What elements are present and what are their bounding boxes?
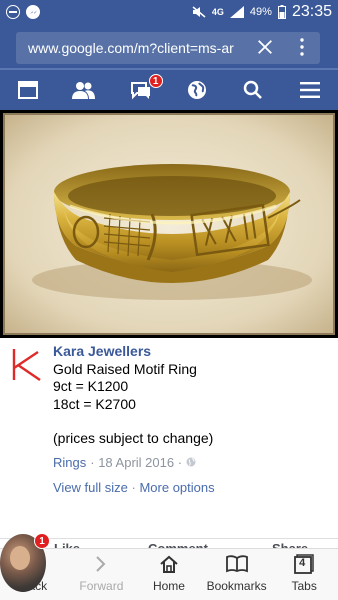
forward-label: Forward [79, 579, 124, 593]
battery-percent: 49% [249, 6, 272, 18]
browser-bottom-toolbar: Back Forward Home Bookmarks 4 Tabs [0, 548, 338, 600]
photo-links: View full size · More options [53, 479, 330, 497]
nav-news-feed[interactable] [0, 70, 56, 110]
public-globe-icon [186, 457, 196, 467]
price-18ct: 18ct = K2700 [53, 395, 136, 412]
browser-toolbar: www.google.com/m?client=ms-ar [0, 24, 338, 68]
network-type: 4G [211, 7, 224, 17]
hamburger-menu-icon [299, 82, 320, 98]
tabs-button[interactable]: 4 Tabs [270, 549, 338, 600]
globe-icon [188, 81, 207, 99]
nav-notifications[interactable] [169, 70, 225, 110]
post-content: Kara Jewellers Gold Raised Motif Ring 9c… [0, 338, 338, 538]
news-feed-icon [18, 81, 39, 99]
post-title: Gold Raised Motif Ring [53, 360, 197, 377]
price-9ct: 9ct = K1200 [53, 378, 129, 394]
signal-icon [229, 6, 244, 18]
friends-icon [72, 82, 96, 99]
chevron-right-icon [96, 556, 106, 572]
bookmarks-button[interactable]: Bookmarks [203, 549, 271, 600]
more-options-link[interactable]: More options [139, 480, 214, 495]
price-disclaimer: (prices subject to change) [53, 430, 214, 446]
nav-friend-requests[interactable] [56, 70, 112, 110]
messenger-notification-icon [26, 5, 40, 19]
post-date: · 18 April 2016 · [90, 454, 183, 470]
kara-jewellers-logo-icon[interactable] [8, 346, 42, 384]
url-text[interactable]: www.google.com/m?client=ms-ar [28, 40, 240, 56]
chat-head-badge: 1 [34, 533, 50, 549]
facebook-nav-bar: 1 [0, 68, 338, 110]
mute-icon [192, 6, 206, 18]
search-icon [244, 80, 263, 99]
post-photo[interactable] [0, 110, 338, 338]
tabs-count: 4 [299, 557, 306, 569]
post-meta: Rings · 18 April 2016 · [53, 454, 330, 472]
gold-ring-image [3, 113, 335, 335]
bookmarks-icon [225, 555, 248, 573]
bookmarks-label: Bookmarks [206, 579, 267, 593]
nav-menu[interactable] [282, 70, 338, 110]
close-icon[interactable] [256, 38, 274, 56]
home-button[interactable]: Home [135, 549, 203, 600]
view-full-size-link[interactable]: View full size [53, 480, 128, 495]
status-bar: 4G 49% 23:35 [0, 0, 338, 24]
messenger-chat-head[interactable]: 1 [0, 533, 50, 594]
page-name-link[interactable]: Kara Jewellers [53, 343, 330, 361]
tabs-label: Tabs [291, 579, 317, 593]
forward-button[interactable]: Forward [68, 549, 136, 600]
overflow-menu-icon[interactable] [299, 38, 305, 56]
home-label: Home [152, 579, 185, 593]
battery-icon [277, 5, 286, 19]
do-not-disturb-icon [6, 5, 20, 19]
screen: 4G 49% 23:35 www.google.com/m?client=ms-… [0, 0, 338, 600]
clock: 23:35 [291, 3, 332, 20]
links-separator: · [127, 480, 140, 495]
nav-messages[interactable]: 1 [113, 70, 169, 110]
nav-search[interactable] [225, 70, 281, 110]
messages-badge: 1 [148, 74, 163, 88]
home-icon [160, 555, 178, 573]
album-link[interactable]: Rings [53, 454, 86, 472]
address-bar[interactable]: www.google.com/m?client=ms-ar [16, 32, 320, 64]
